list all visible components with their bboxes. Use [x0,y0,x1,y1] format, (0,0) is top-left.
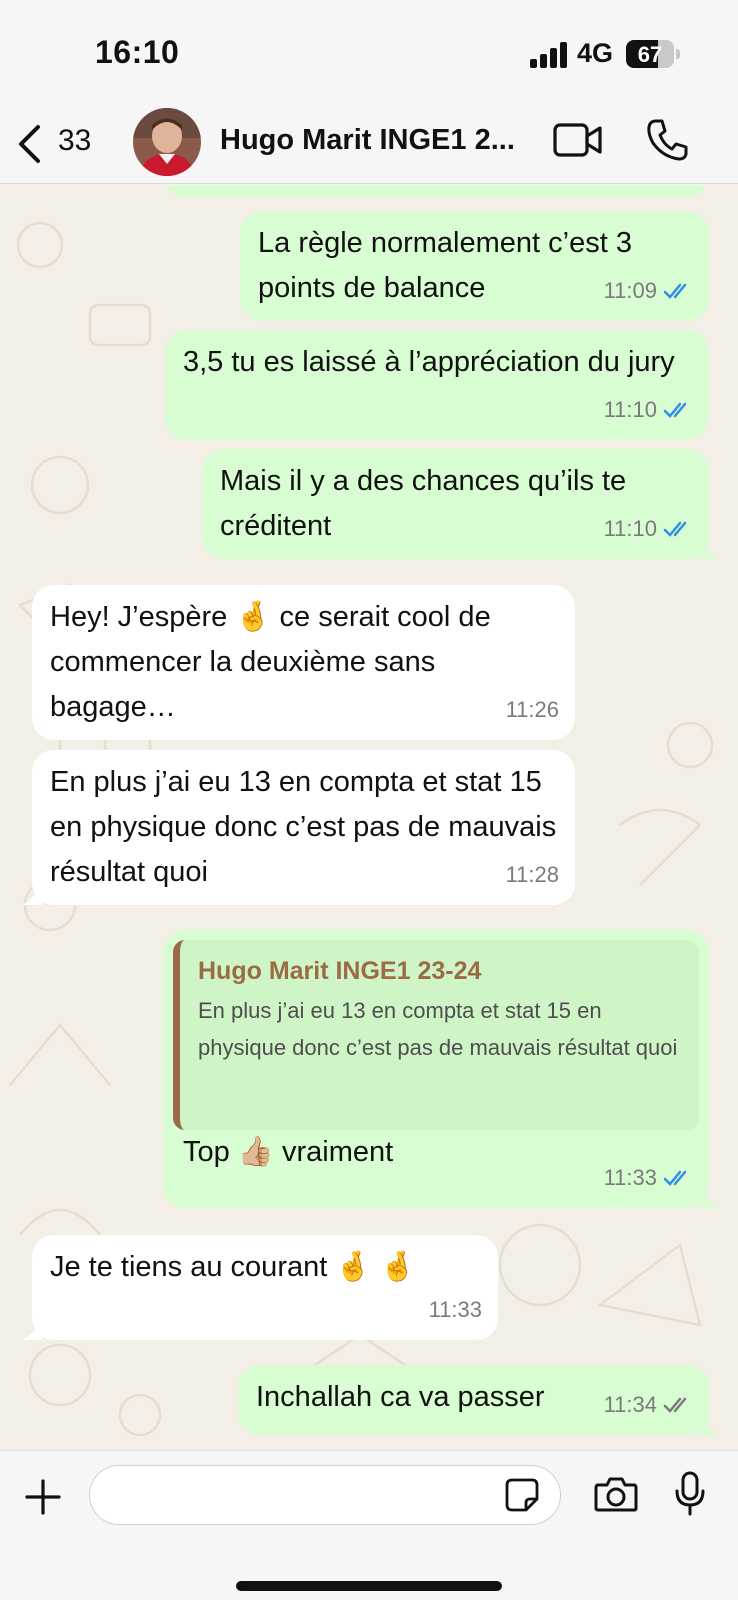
message-bubble-outgoing[interactable]: Mais il y a des chances qu’ils te crédit… [202,449,719,559]
message-time: 11:26 [505,697,559,722]
chevron-left-icon [19,125,40,163]
read-ticks-icon [663,402,687,418]
bubble-tail [22,1320,42,1340]
message-text: Je te tiens au courant 🤞 🤞 [50,1251,416,1283]
message-text: En plus j’ai eu 13 en compta et stat 15 … [50,766,557,888]
message-time: 11:10 [603,516,657,541]
voice-message-button[interactable] [674,1471,706,1522]
chat-area[interactable]: La règle normalement c’est 3 points de b… [0,185,738,1450]
contact-photo [133,108,201,176]
signal-strength-icon [530,42,568,68]
phone-icon [647,119,688,161]
sticker-icon [505,1478,539,1512]
message-text: 3,5 tu es laissé à l’appréciation du jur… [183,346,675,378]
microphone-icon [675,1471,705,1516]
read-ticks-icon [663,1170,687,1186]
message-input[interactable] [89,1465,561,1525]
status-time: 16:10 [95,34,180,70]
message-bubble-outgoing[interactable]: Inchallah ca va passer 11:34 [238,1365,719,1435]
bubble-tail [699,1415,719,1435]
message-time: 11:33 [603,1165,657,1190]
network-type: 4G [577,38,614,68]
message-text: Hey! J’espère 🤞 ce serait cool de commen… [50,601,491,723]
message-text: Top 👍🏼 vraiment [183,1136,394,1168]
quoted-author: Hugo Marit INGE1 23-24 [198,957,482,985]
home-indicator [236,1581,502,1591]
camera-button[interactable] [594,1475,638,1518]
input-bar [0,1450,738,1600]
message-meta: 11:10 [604,387,693,432]
bubble-tail [22,885,42,905]
read-ticks-icon [663,283,687,299]
message-bubble-incoming[interactable]: Je te tiens au courant 🤞 🤞 11:33 [22,1235,498,1340]
delivered-ticks-icon [663,1397,687,1413]
message-meta: 11:33 [429,1287,482,1332]
message-time: 11:28 [505,862,559,887]
unread-count: 33 [58,124,92,157]
contact-name[interactable]: Hugo Marit INGE1 2... [220,124,530,157]
bubble-tail [699,539,719,559]
bubble-tail [699,1188,719,1208]
message-bubble-outgoing-reply[interactable]: Hugo Marit INGE1 23-24 En plus j’ai eu 1… [163,930,719,1208]
battery-tip [676,49,680,59]
message-time: 11:33 [428,1297,482,1322]
read-ticks-icon [663,521,687,537]
message-bubble-incoming[interactable]: En plus j’ai eu 13 en compta et stat 15 … [22,750,575,905]
message-bubble-incoming[interactable]: Hey! J’espère 🤞 ce serait cool de commen… [32,585,575,740]
camera-icon [594,1477,638,1512]
message-bubble-outgoing[interactable]: 3,5 tu es laissé à l’appréciation du jur… [165,330,709,440]
back-button[interactable]: 33 [16,120,106,164]
message-time: 11:34 [603,1392,657,1417]
message-bubble-outgoing[interactable]: La règle normalement c’est 3 points de b… [240,211,709,321]
video-camera-icon [553,123,602,157]
video-call-button[interactable] [553,122,603,163]
voice-call-button[interactable] [646,118,688,167]
attach-button[interactable] [25,1479,61,1520]
message-meta: 11:10 [604,506,693,551]
chat-header: 33 Hugo Marit INGE1 2... [0,100,738,184]
battery-level: 67 [637,42,663,67]
avatar[interactable] [133,108,201,176]
message-time: 11:09 [603,278,657,303]
message-meta: 11:09 [604,268,693,313]
sticker-button[interactable] [504,1477,540,1518]
quoted-text: En plus j’ai eu 13 en compta et stat 15 … [198,998,678,1060]
plus-icon [25,1479,61,1515]
message-time: 11:10 [603,397,657,422]
message-meta: 11:34 [604,1382,693,1427]
message-meta: 11:26 [506,687,559,732]
message-meta: 11:33 [604,1155,693,1200]
message-meta: 11:28 [506,852,559,897]
status-bar: 16:10 4G 67 [0,0,738,100]
quoted-message[interactable]: Hugo Marit INGE1 23-24 En plus j’ai eu 1… [173,940,699,1130]
battery-icon: 67 [626,40,674,68]
message-bubble-partial[interactable] [163,185,709,197]
